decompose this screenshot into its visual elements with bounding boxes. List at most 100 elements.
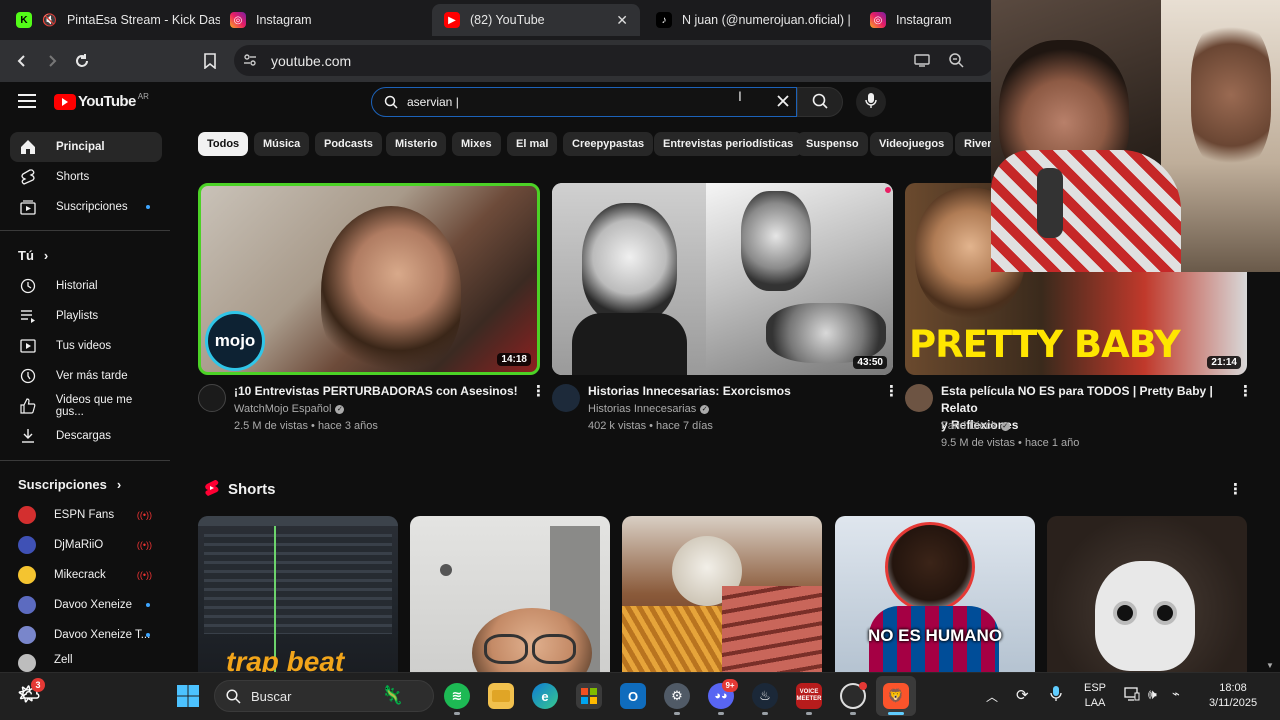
- voicemeeter-icon[interactable]: VOICE MEETER: [796, 683, 822, 709]
- sidebar-item-principal[interactable]: Principal: [10, 132, 162, 162]
- zoom-icon[interactable]: [948, 52, 964, 71]
- subscription-espn-fans[interactable]: ESPN Fans ((•)): [10, 500, 162, 530]
- network-icon[interactable]: [1124, 687, 1140, 704]
- brave-browser-icon[interactable]: 🦁: [883, 683, 909, 709]
- sidebar-item-tus-videos[interactable]: Tus videos: [10, 331, 162, 361]
- chip-entrevistas[interactable]: Entrevistas periodísticas: [654, 132, 803, 156]
- muted-icon[interactable]: 🔇: [42, 13, 57, 27]
- microphone-tray-icon[interactable]: [1050, 686, 1062, 705]
- sidebar-item-liked-videos[interactable]: Videos que me gus...: [10, 391, 162, 421]
- input-language[interactable]: ESP LAA: [1080, 681, 1110, 711]
- address-bar[interactable]: youtube.com: [234, 45, 994, 76]
- video-thumbnail[interactable]: 43:50: [552, 183, 893, 375]
- more-options-icon[interactable]: ⋮: [884, 384, 899, 399]
- microsoft-store-icon[interactable]: [576, 683, 602, 709]
- microphone: [1037, 168, 1063, 238]
- steam-icon[interactable]: ♨: [752, 683, 778, 709]
- site-settings-icon[interactable]: [243, 53, 257, 70]
- chip-podcasts[interactable]: Podcasts: [315, 132, 382, 156]
- more-options-icon[interactable]: ⋮: [1228, 482, 1243, 497]
- short-card[interactable]: [410, 516, 610, 672]
- chip-misterio[interactable]: Misterio: [386, 132, 447, 156]
- channel-avatar[interactable]: [198, 384, 226, 412]
- forward-arrow-icon[interactable]: [40, 49, 64, 73]
- tab-instagram-1[interactable]: ◎ Instagram: [218, 4, 430, 36]
- chip-videojuegos[interactable]: Videojuegos: [870, 132, 954, 156]
- tab-title: Instagram: [256, 13, 312, 27]
- youtube-logo[interactable]: YouTube AR: [54, 92, 149, 110]
- new-content-dot: [146, 603, 150, 607]
- sidebar-section-you[interactable]: Tú ›: [18, 248, 48, 263]
- chip-river[interactable]: River: [955, 132, 991, 156]
- sidebar-item-playlists[interactable]: Playlists: [10, 301, 162, 331]
- short-card[interactable]: trap beat: [198, 516, 398, 672]
- widgets-button[interactable]: 🌤 3: [16, 678, 45, 707]
- video-title[interactable]: ¡10 Entrevistas PERTURBADORAS con Asesin…: [234, 383, 524, 400]
- channel-avatar[interactable]: [552, 384, 580, 412]
- tab-tiktok[interactable]: ♪ N juan (@numerojuan.oficial) |: [644, 4, 850, 36]
- tab-kick[interactable]: K 🔇 PintaEsa Stream - Kick Dash: [4, 4, 220, 36]
- tab-youtube[interactable]: ▶ (82) YouTube ✕: [432, 4, 640, 36]
- channel-name[interactable]: Historias Innecesarias ✓: [588, 401, 710, 418]
- voice-search-button[interactable]: [856, 87, 886, 117]
- close-tab-icon[interactable]: ✕: [616, 12, 628, 29]
- sidebar-item-historial[interactable]: Historial: [10, 271, 162, 301]
- channel-name[interactable]: Farid Dieck ✓: [941, 418, 1010, 435]
- edge-browser-icon[interactable]: e: [532, 683, 558, 709]
- spotify-icon[interactable]: ≋: [444, 683, 470, 709]
- channel-avatar: [18, 596, 36, 614]
- discord-icon[interactable]: ◕◕ 9+: [708, 679, 738, 709]
- obs-icon[interactable]: [840, 682, 867, 709]
- more-options-icon[interactable]: ⋮: [531, 384, 546, 399]
- chip-musica[interactable]: Música: [254, 132, 310, 156]
- channel-name[interactable]: WatchMojo Español ✓: [234, 401, 345, 418]
- search-button[interactable]: [797, 87, 843, 117]
- short-card[interactable]: [1047, 516, 1247, 672]
- search-input[interactable]: aservian |: [371, 87, 797, 117]
- sidebar-item-shorts[interactable]: Shorts: [10, 162, 162, 192]
- cast-icon[interactable]: [914, 52, 930, 71]
- reload-icon[interactable]: [70, 49, 94, 73]
- short-card[interactable]: [622, 516, 822, 672]
- short-overlay-text: NO ES HUMANO: [867, 626, 1003, 645]
- discord-badge: 9+: [722, 679, 738, 692]
- subscription-davoo-xeneize-t[interactable]: Davoo Xeneize T...: [10, 620, 162, 650]
- subscription-zell[interactable]: Zell: [10, 650, 162, 672]
- taskbar-search[interactable]: Buscar 🦎: [214, 680, 434, 712]
- chip-mixes[interactable]: Mixes: [452, 132, 501, 156]
- chip-el-mal[interactable]: El mal: [507, 132, 558, 156]
- volume-icon[interactable]: 🕪: [1148, 686, 1157, 703]
- tab-instagram-2[interactable]: ◎ Instagram: [858, 4, 992, 36]
- file-explorer-icon[interactable]: [488, 683, 514, 709]
- tab-title: PintaEsa Stream - Kick Dash: [66, 13, 220, 27]
- show-hidden-icons-chevron-icon[interactable]: ︿: [986, 688, 998, 705]
- bookmark-icon[interactable]: [198, 49, 222, 73]
- video-title[interactable]: Historias Innecesarias: Exorcismos: [588, 383, 878, 400]
- sidebar-section-subscriptions[interactable]: Suscripciones ›: [18, 477, 121, 492]
- start-button[interactable]: [175, 683, 201, 709]
- running-indicator: [454, 712, 460, 715]
- subscription-djmariio[interactable]: DjMaRiiO ((•)): [10, 530, 162, 560]
- chip-creepypastas[interactable]: Creepypastas: [563, 132, 654, 156]
- sidebar-item-suscripciones[interactable]: Suscripciones: [10, 192, 162, 222]
- channel-avatar[interactable]: [905, 384, 933, 412]
- video-thumbnail[interactable]: mojo 14:18: [198, 183, 540, 375]
- sync-icon[interactable]: ⟳: [1016, 686, 1029, 704]
- back-arrow-icon[interactable]: [10, 49, 34, 73]
- settings-gear-icon[interactable]: ⚙: [664, 683, 690, 709]
- sidebar-item-ver-mas-tarde[interactable]: Ver más tarde: [10, 361, 162, 391]
- subscription-davoo-xeneize[interactable]: Davoo Xeneize: [10, 590, 162, 620]
- outlook-icon[interactable]: O: [620, 683, 646, 709]
- chip-suspenso[interactable]: Suspenso: [797, 132, 868, 156]
- chip-todos[interactable]: Todos: [198, 132, 249, 156]
- clock[interactable]: 18:08 3/11/2025: [1198, 681, 1268, 711]
- youtube-logo-icon: ▶: [444, 12, 460, 28]
- clear-search-icon[interactable]: [776, 94, 790, 111]
- hamburger-menu-icon[interactable]: [18, 94, 36, 111]
- more-options-icon[interactable]: ⋮: [1238, 384, 1253, 399]
- short-card[interactable]: NO ES HUMANO: [835, 516, 1035, 672]
- scroll-down-arrow-icon[interactable]: ▼: [1266, 661, 1274, 670]
- notifications-icon[interactable]: ⌁: [1172, 686, 1180, 702]
- subscription-mikecrack[interactable]: Mikecrack ((•)): [10, 560, 162, 590]
- sidebar-item-descargas[interactable]: Descargas: [10, 421, 162, 451]
